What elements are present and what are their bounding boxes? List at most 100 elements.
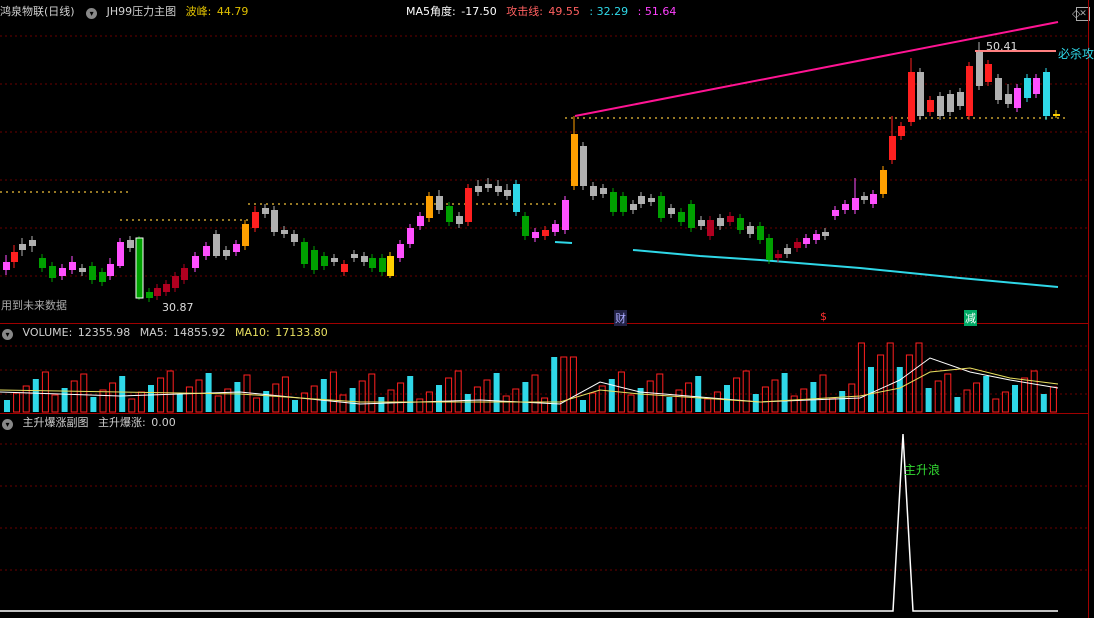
candle-body xyxy=(976,52,983,86)
candle-body xyxy=(3,262,10,270)
candle-body xyxy=(369,258,376,268)
candle-body xyxy=(542,230,549,236)
candle-body xyxy=(495,186,502,192)
cyan-line xyxy=(632,249,1059,288)
candle-body xyxy=(59,268,66,276)
candle-body xyxy=(870,194,877,204)
candle-body xyxy=(630,204,637,210)
candle-body xyxy=(29,240,36,246)
candle-body xyxy=(620,196,627,212)
candle-body xyxy=(172,276,179,288)
candle-body xyxy=(99,272,106,282)
signal-dollar: $ xyxy=(820,310,827,323)
volume-bar xyxy=(522,382,529,412)
volume-bar xyxy=(925,388,932,412)
volume-bar xyxy=(839,391,846,412)
candle-body xyxy=(331,258,338,262)
volume-bar xyxy=(983,376,990,412)
volume-bar xyxy=(176,394,183,412)
volume-bar xyxy=(272,383,280,413)
candle-body xyxy=(908,72,915,122)
volume-bar xyxy=(90,397,97,412)
candle-body xyxy=(485,184,492,188)
candle-body xyxy=(11,252,18,262)
volume-bar xyxy=(675,389,683,413)
candle-body xyxy=(456,216,463,224)
candle-body xyxy=(917,72,924,116)
candle-body xyxy=(311,250,318,270)
candle-body xyxy=(562,200,569,230)
candle-body xyxy=(707,220,714,236)
candle-body xyxy=(146,292,153,298)
volume-bar xyxy=(445,377,453,413)
candle-body xyxy=(397,244,404,258)
candle-body xyxy=(1053,114,1060,116)
volume-bar xyxy=(253,397,261,413)
volume-bar xyxy=(963,389,971,413)
volume-bar xyxy=(560,356,568,413)
volume-bar xyxy=(483,379,491,413)
signal-jian: 减 xyxy=(964,310,977,326)
candle-body xyxy=(89,266,96,280)
candle-body xyxy=(580,146,587,186)
candle-body xyxy=(668,208,675,214)
candle-body xyxy=(937,96,944,116)
candle-body xyxy=(1033,78,1040,94)
candle-body xyxy=(379,258,386,272)
candle-body xyxy=(803,238,810,244)
candle-body xyxy=(417,216,424,226)
candle-body xyxy=(107,264,114,276)
candle-body xyxy=(747,226,754,234)
high-marker: 50.41 xyxy=(986,40,1018,53)
volume-bar xyxy=(1040,394,1047,412)
candle-body xyxy=(407,228,414,244)
candle-body xyxy=(995,78,1002,100)
candle-body xyxy=(1005,94,1012,104)
volume-bar xyxy=(752,394,759,412)
candle-body xyxy=(291,234,298,242)
candle-body xyxy=(552,224,559,232)
candle-body xyxy=(475,186,482,192)
volume-bar xyxy=(512,388,520,413)
candle-body xyxy=(678,212,685,222)
candle-body xyxy=(465,188,472,222)
candle-body xyxy=(154,288,161,296)
candle-body xyxy=(262,208,269,214)
candle-body xyxy=(852,198,859,210)
volume-bar xyxy=(493,373,500,412)
candle-body xyxy=(957,92,964,106)
volume-bar xyxy=(185,386,193,413)
must-attack-label: 必杀攻 xyxy=(1058,47,1094,61)
candle-body xyxy=(784,248,791,254)
candle-body xyxy=(727,216,734,222)
candle-body xyxy=(341,264,348,272)
candle-body xyxy=(766,238,773,260)
volume-bar xyxy=(339,394,347,413)
volume-bar xyxy=(771,379,779,413)
candle-body xyxy=(947,94,954,112)
volume-bar xyxy=(742,370,750,413)
volume-bar xyxy=(886,342,894,413)
candle-body xyxy=(638,196,645,204)
candle-body xyxy=(436,196,443,210)
volume-bar xyxy=(992,398,1000,413)
candle-body xyxy=(832,210,839,216)
low-marker: 30.87 xyxy=(162,301,194,314)
volume-bar xyxy=(166,370,174,413)
volume-bar xyxy=(407,376,414,412)
candle-body xyxy=(775,254,782,258)
volume-bar xyxy=(589,392,597,413)
volume-bar xyxy=(868,367,874,412)
volume-bar xyxy=(569,356,577,413)
volume-bar xyxy=(368,373,376,413)
signal-cai: 财 xyxy=(614,310,627,326)
volume-bar xyxy=(148,385,154,412)
candle-body xyxy=(610,192,617,212)
candle-body xyxy=(127,240,134,248)
volume-bar xyxy=(416,398,424,413)
volume-bar xyxy=(387,389,395,413)
volume-bar xyxy=(857,342,865,413)
volume-bar xyxy=(22,385,30,413)
candle-body xyxy=(898,126,905,136)
candle-body xyxy=(79,268,86,272)
